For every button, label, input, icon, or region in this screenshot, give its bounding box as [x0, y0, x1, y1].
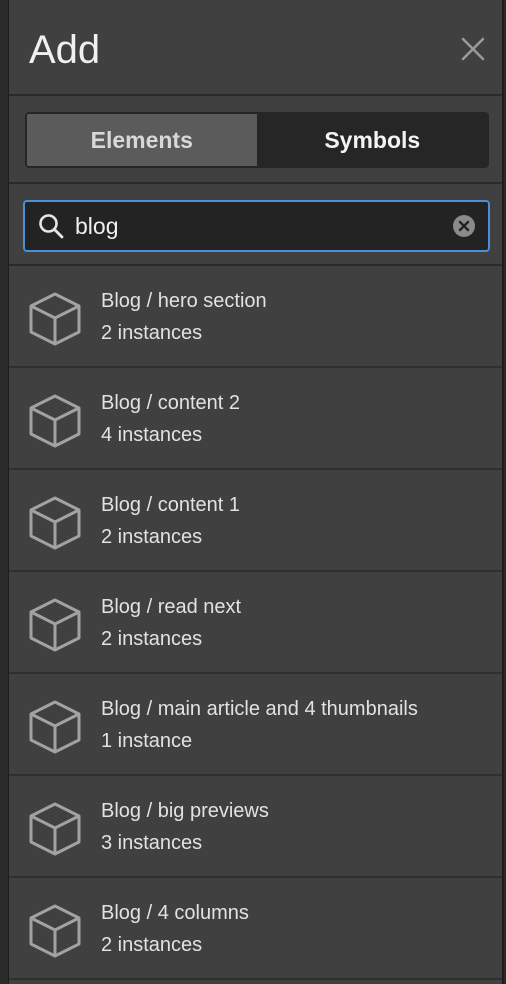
symbol-name: Blog / main article and 4 thumbnails — [101, 698, 418, 720]
clear-icon[interactable] — [452, 214, 476, 238]
list-item[interactable]: Blog / big previews 3 instances — [9, 776, 502, 878]
symbol-name: Blog / 4 columns — [101, 902, 249, 924]
close-icon[interactable] — [460, 36, 486, 62]
cube-icon — [29, 802, 81, 856]
instance-count: 2 instances — [101, 934, 203, 956]
tabs-row: Elements Symbols — [9, 96, 502, 184]
search-icon — [39, 214, 64, 239]
list-item[interactable]: Blog / content 2 4 instances — [9, 368, 502, 470]
list-item[interactable]: Blog / 4 columns 2 instances — [9, 878, 502, 980]
symbol-name: Blog / hero section — [101, 290, 267, 312]
cube-icon — [29, 598, 81, 652]
cube-icon — [29, 904, 81, 958]
symbol-name: Blog / content 1 — [101, 494, 240, 516]
tab-switcher: Elements Symbols — [25, 112, 489, 168]
instance-count: 1 instance — [101, 730, 193, 752]
tab-symbols[interactable]: Symbols — [257, 114, 487, 166]
panel-header: Add — [9, 0, 502, 96]
instance-count: 2 instances — [101, 526, 203, 548]
cube-icon — [29, 394, 81, 448]
symbols-list: Blog / hero section 2 instances Blog / c… — [9, 266, 502, 980]
search-input[interactable] — [75, 202, 435, 250]
search-row — [9, 184, 502, 266]
list-item[interactable]: Blog / hero section 2 instances — [9, 266, 502, 368]
search-box[interactable] — [23, 200, 490, 252]
symbol-name: Blog / content 2 — [101, 392, 240, 414]
panel-title: Add — [29, 28, 101, 72]
instance-count: 2 instances — [101, 628, 203, 650]
cube-icon — [29, 700, 81, 754]
instance-count: 3 instances — [101, 832, 203, 854]
cube-icon — [29, 292, 81, 346]
list-item[interactable]: Blog / main article and 4 thumbnails 1 i… — [9, 674, 502, 776]
cube-icon — [29, 496, 81, 550]
tab-elements[interactable]: Elements — [27, 114, 258, 166]
instance-count: 2 instances — [101, 322, 203, 344]
add-panel: Add Elements Symbols blog Blog / hero se… — [8, 0, 504, 984]
list-item[interactable]: Blog / read next 2 instances — [9, 572, 502, 674]
symbol-name: Blog / big previews — [101, 800, 269, 822]
list-item[interactable]: Blog / content 1 2 instances — [9, 470, 502, 572]
instance-count: 4 instances — [101, 424, 203, 446]
symbol-name: Blog / read next — [101, 596, 242, 618]
